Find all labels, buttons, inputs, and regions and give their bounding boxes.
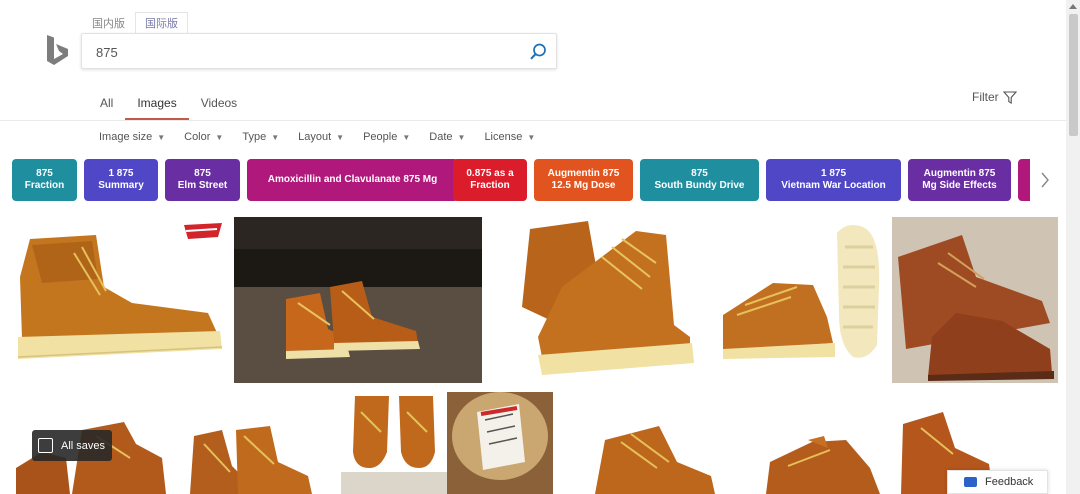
image-result[interactable] bbox=[492, 217, 712, 383]
all-saves-label: All saves bbox=[61, 439, 106, 452]
tab-cn-domestic[interactable]: 国内版 bbox=[82, 12, 135, 34]
image-result[interactable] bbox=[892, 217, 1058, 383]
image-result[interactable] bbox=[730, 392, 890, 494]
tab-cn-international[interactable]: 国际版 bbox=[135, 12, 188, 34]
filter-label: Filter bbox=[972, 90, 999, 104]
related-search-chip[interactable]: 1 875 Summary bbox=[84, 159, 158, 201]
related-search-chip[interactable]: Augmentin 875 Mg Side Effects bbox=[908, 159, 1011, 201]
related-searches: 875 Fraction 1 875 Summary 875 Elm Stree… bbox=[12, 159, 1030, 201]
image-result[interactable] bbox=[715, 217, 883, 383]
caret-down-icon: ▼ bbox=[336, 132, 345, 142]
related-search-chip[interactable]: 875 South Bundy Drive bbox=[640, 159, 759, 201]
filter-button[interactable]: Filter bbox=[972, 90, 1017, 104]
language-tabs: 国内版 国际版 bbox=[82, 12, 188, 34]
image-result[interactable] bbox=[341, 392, 447, 494]
caret-down-icon: ▼ bbox=[402, 132, 411, 142]
related-search-chip[interactable]: 1 875 Vietnam War Location bbox=[766, 159, 901, 201]
scroll-up-arrow-icon[interactable] bbox=[1068, 2, 1078, 10]
caret-down-icon: ▼ bbox=[457, 132, 466, 142]
related-search-chip[interactable]: 0.875 as a Fraction bbox=[453, 159, 527, 201]
search-icon[interactable] bbox=[528, 42, 548, 62]
filter-layout[interactable]: Layout ▼ bbox=[298, 131, 344, 143]
feedback-label: Feedback bbox=[985, 476, 1034, 488]
chevron-right-icon[interactable] bbox=[1034, 165, 1056, 195]
filter-image-size[interactable]: Image size ▼ bbox=[99, 131, 165, 143]
image-filter-bar: Image size ▼ Color ▼ Type ▼ Layout ▼ People ▼… bbox=[99, 131, 554, 143]
caret-down-icon: ▼ bbox=[271, 132, 280, 142]
image-result[interactable] bbox=[447, 392, 553, 494]
search-box bbox=[81, 33, 557, 69]
saved-collection-icon bbox=[38, 438, 53, 453]
bing-logo-icon[interactable] bbox=[44, 34, 70, 68]
related-search-chip[interactable]: Augmentin 875 12.5 Mg Dose bbox=[534, 159, 633, 201]
image-result[interactable] bbox=[12, 217, 224, 383]
related-search-chip[interactable] bbox=[1018, 159, 1030, 201]
search-input[interactable] bbox=[96, 42, 516, 62]
caret-down-icon: ▼ bbox=[215, 132, 224, 142]
scrollbar-thumb[interactable] bbox=[1069, 14, 1078, 136]
tab-images[interactable]: Images bbox=[125, 93, 190, 120]
chat-bubble-icon bbox=[964, 477, 977, 487]
filter-date[interactable]: Date ▼ bbox=[429, 131, 465, 143]
caret-down-icon: ▼ bbox=[527, 132, 536, 142]
feedback-button[interactable]: Feedback bbox=[947, 470, 1048, 494]
image-result[interactable] bbox=[234, 217, 482, 383]
header-divider bbox=[0, 120, 1066, 121]
related-search-chip[interactable]: Amoxicillin and Clavulanate 875 Mg bbox=[247, 159, 458, 201]
search-nav: All Images Videos bbox=[88, 93, 249, 120]
funnel-icon bbox=[1002, 90, 1017, 104]
image-result[interactable] bbox=[180, 392, 332, 494]
related-search-chip[interactable]: 875 Fraction bbox=[12, 159, 77, 201]
related-search-chip[interactable]: 875 Elm Street bbox=[165, 159, 240, 201]
caret-down-icon: ▼ bbox=[157, 132, 166, 142]
tab-videos[interactable]: Videos bbox=[189, 93, 249, 120]
filter-people[interactable]: People ▼ bbox=[363, 131, 410, 143]
image-result[interactable] bbox=[565, 392, 728, 494]
tab-all[interactable]: All bbox=[88, 93, 125, 120]
all-saves-button[interactable]: All saves bbox=[32, 430, 112, 461]
filter-color[interactable]: Color ▼ bbox=[184, 131, 223, 143]
filter-license[interactable]: License ▼ bbox=[484, 131, 535, 143]
filter-type[interactable]: Type ▼ bbox=[242, 131, 279, 143]
